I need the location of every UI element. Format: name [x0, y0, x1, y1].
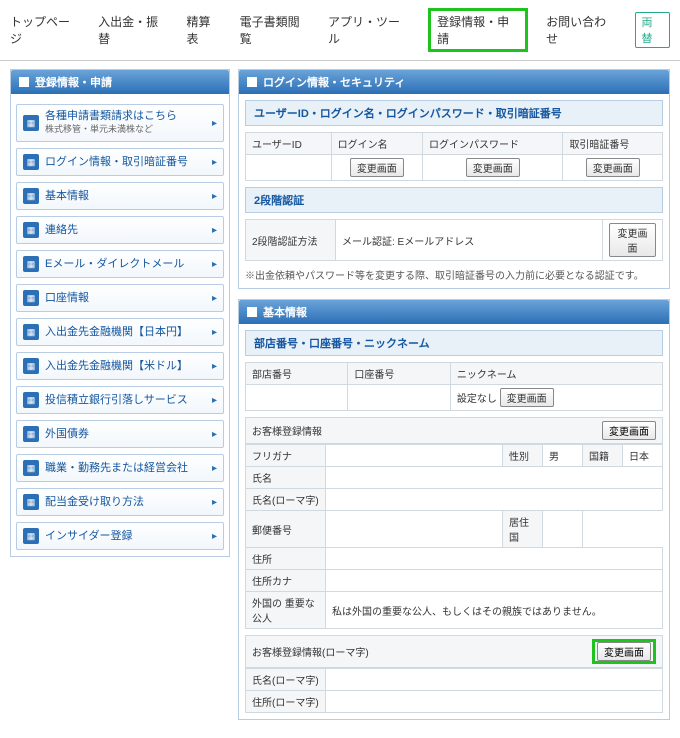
customer-table: フリガナ性別男国籍日本氏名氏名(ローマ字)郵便番号居住国住所住所カナ外国の 重要…	[245, 444, 663, 629]
customer-roman-table: 氏名(ローマ字)住所(ローマ字)	[245, 668, 663, 713]
sidebar-item[interactable]: ▦ 入出金先金融機関【米ドル】 ▸	[16, 352, 224, 380]
sidebar-header: 登録情報・申請	[11, 70, 229, 94]
login-sub2: 2段階認証	[245, 187, 663, 213]
item-icon: ▦	[23, 324, 39, 340]
chevron-right-icon: ▸	[212, 395, 217, 406]
item-icon: ▦	[23, 256, 39, 272]
sidebar-item[interactable]: ▦ 連絡先 ▸	[16, 216, 224, 244]
basic-sub1: 部店番号・口座番号・ニックネーム	[245, 330, 663, 356]
sidebar-item-label: 外国債券	[45, 428, 206, 441]
sidebar-item-label: 連絡先	[45, 224, 206, 237]
change-button[interactable]: 変更画面	[350, 158, 404, 177]
item-icon: ▦	[23, 392, 39, 408]
sidebar-item-label: Eメール・ダイレクトメール	[45, 258, 206, 271]
change-button[interactable]: 変更画面	[586, 158, 640, 177]
item-icon: ▦	[23, 460, 39, 476]
chevron-right-icon: ▸	[212, 259, 217, 270]
twofa-table: 2段階認証方法 メール認証: Eメールアドレス 変更画面	[245, 219, 663, 261]
chevron-right-icon: ▸	[212, 225, 217, 236]
sidebar-item-label: ログイン情報・取引暗証番号	[45, 156, 206, 169]
item-icon: ▦	[23, 494, 39, 510]
sidebar-item-label: 基本情報	[45, 190, 206, 203]
chevron-right-icon: ▸	[212, 191, 217, 202]
nav-item[interactable]: 登録情報・申請	[428, 8, 528, 52]
change-button[interactable]: 変更画面	[466, 158, 520, 177]
login-card: ログイン情報・セキュリティ ユーザーID・ログイン名・ログインパスワード・取引暗…	[238, 69, 670, 289]
sidebar-item[interactable]: ▦ 配当金受け取り方法 ▸	[16, 488, 224, 516]
sidebar-item-label: 配当金受け取り方法	[45, 496, 206, 509]
sidebar-item-label: 職業・勤務先または経営会社	[45, 462, 206, 475]
sidebar-item[interactable]: ▦ 各種申請書類請求はこちら株式移管・単元未満株など ▸	[16, 104, 224, 142]
sidebar-item[interactable]: ▦ 投信積立銀行引落しサービス ▸	[16, 386, 224, 414]
sidebar-item-label: 口座情報	[45, 292, 206, 305]
chevron-right-icon: ▸	[212, 531, 217, 542]
ryogae-button[interactable]: 両替	[635, 12, 671, 48]
twofa-note: ※出金依頼やパスワード等を変更する際、取引暗証番号の入力前に必要となる認証です。	[245, 267, 663, 282]
basic-header: 基本情報	[239, 300, 669, 324]
chevron-right-icon: ▸	[212, 327, 217, 338]
highlighted-change-button: 変更画面	[592, 639, 656, 664]
nav-item[interactable]: 電子書類閲覧	[240, 13, 310, 47]
sidebar-item[interactable]: ▦ ログイン情報・取引暗証番号 ▸	[16, 148, 224, 176]
square-icon	[19, 77, 29, 87]
nav-item[interactable]: アプリ・ツール	[328, 13, 410, 47]
login-sub1: ユーザーID・ログイン名・ログインパスワード・取引暗証番号	[245, 100, 663, 126]
sidebar-item[interactable]: ▦ インサイダー登録 ▸	[16, 522, 224, 550]
sidebar-item-label: インサイダー登録	[45, 530, 206, 543]
sidebar-item[interactable]: ▦ 入出金先金融機関【日本円】 ▸	[16, 318, 224, 346]
item-icon: ▦	[23, 115, 39, 131]
sidebar-item[interactable]: ▦ 口座情報 ▸	[16, 284, 224, 312]
change-button[interactable]: 変更画面	[602, 421, 656, 440]
change-button[interactable]: 変更画面	[597, 642, 651, 661]
nav-item[interactable]: 精算表	[186, 13, 221, 47]
sidebar-item[interactable]: ▦ 職業・勤務先または経営会社 ▸	[16, 454, 224, 482]
sidebar-item[interactable]: ▦ 外国債券 ▸	[16, 420, 224, 448]
top-nav: トップページ入出金・振替精算表電子書類閲覧アプリ・ツール登録情報・申請お問い合わ…	[0, 0, 680, 61]
sidebar-item-label: 投信積立銀行引落しサービス	[45, 394, 206, 407]
sidebar-item-label: 入出金先金融機関【日本円】	[45, 326, 206, 339]
basic-sub3: お客様登録情報(ローマ字) 変更画面	[245, 635, 663, 668]
square-icon	[247, 307, 257, 317]
item-icon: ▦	[23, 222, 39, 238]
sidebar-item-label: 入出金先金融機関【米ドル】	[45, 360, 206, 373]
change-button[interactable]: 変更画面	[609, 223, 656, 257]
sidebar-items: ▦ 各種申請書類請求はこちら株式移管・単元未満株など ▸ ▦ ログイン情報・取引暗証番号…	[11, 104, 229, 550]
sidebar-title: 登録情報・申請	[35, 74, 112, 90]
account-table: 部店番号 口座番号 ニックネーム 設定なし 変更画面	[245, 362, 663, 411]
chevron-right-icon: ▸	[212, 118, 217, 129]
chevron-right-icon: ▸	[212, 361, 217, 372]
chevron-right-icon: ▸	[212, 293, 217, 304]
chevron-right-icon: ▸	[212, 497, 217, 508]
sidebar-item[interactable]: ▦ 基本情報 ▸	[16, 182, 224, 210]
login-header: ログイン情報・セキュリティ	[239, 70, 669, 94]
item-icon: ▦	[23, 528, 39, 544]
basic-sub2: お客様登録情報 変更画面	[245, 417, 663, 444]
chevron-right-icon: ▸	[212, 157, 217, 168]
change-button[interactable]: 変更画面	[500, 388, 554, 407]
sidebar-item-label: 各種申請書類請求はこちら株式移管・単元未満株など	[45, 110, 206, 136]
item-icon: ▦	[23, 154, 39, 170]
item-icon: ▦	[23, 290, 39, 306]
nav-item[interactable]: トップページ	[10, 13, 80, 47]
sidebar: 登録情報・申請 ▦ 各種申請書類請求はこちら株式移管・単元未満株など ▸ ▦ ログイン情…	[10, 69, 230, 557]
sidebar-item[interactable]: ▦ Eメール・ダイレクトメール ▸	[16, 250, 224, 278]
nav-item[interactable]: お問い合わせ	[546, 13, 616, 47]
square-icon	[247, 77, 257, 87]
chevron-right-icon: ▸	[212, 463, 217, 474]
nav-item[interactable]: 入出金・振替	[98, 13, 168, 47]
item-icon: ▦	[23, 358, 39, 374]
item-icon: ▦	[23, 426, 39, 442]
chevron-right-icon: ▸	[212, 429, 217, 440]
basic-card: 基本情報 部店番号・口座番号・ニックネーム 部店番号 口座番号 ニックネーム 設…	[238, 299, 670, 720]
login-table: ユーザーID ログイン名 ログインパスワード 取引暗証番号 変更画面 変更画面 …	[245, 132, 663, 181]
item-icon: ▦	[23, 188, 39, 204]
